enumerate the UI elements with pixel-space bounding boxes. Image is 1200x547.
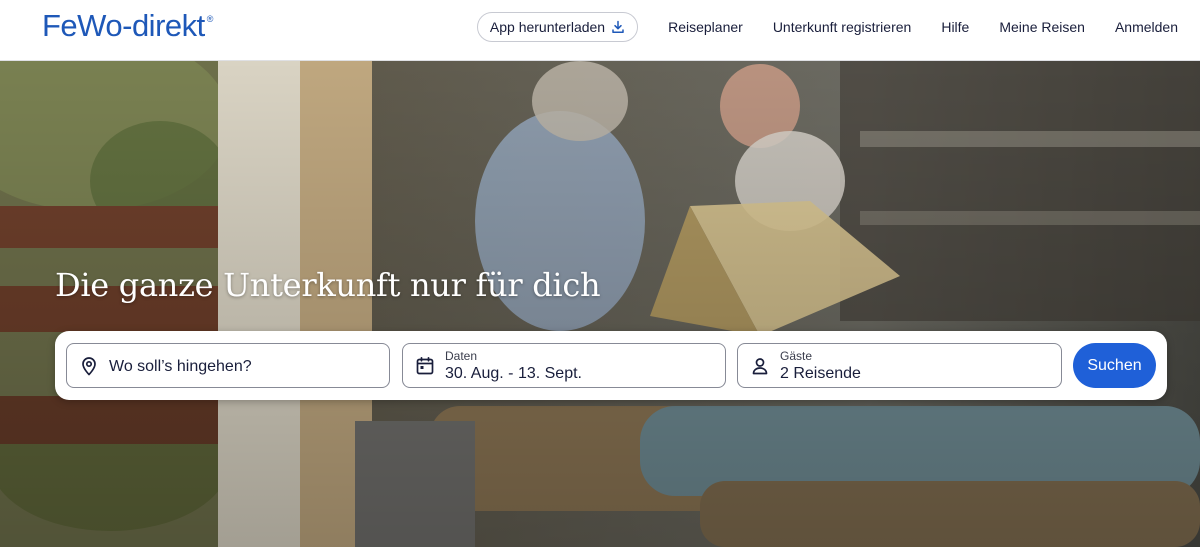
search-bar: Wo soll’s hingehen? Daten 30. Aug. - 13.…: [55, 331, 1167, 400]
app-download-label: App herunterladen: [489, 19, 606, 35]
nav-unterkunft-registrieren[interactable]: Unterkunft registrieren: [773, 19, 912, 35]
top-nav: App herunterladen Reiseplaner Unterkunft…: [476, 12, 1178, 42]
dates-label: Daten: [445, 349, 478, 363]
destination-placeholder: Wo soll’s hingehen?: [109, 358, 252, 375]
app-download-button[interactable]: App herunterladen: [476, 12, 639, 42]
nav-reiseplaner[interactable]: Reiseplaner: [668, 19, 743, 35]
guests-value: 2 Reisende: [780, 365, 861, 382]
person-icon: [752, 358, 768, 375]
guests-field[interactable]: Gäste 2 Reisende: [737, 343, 1062, 388]
nav-meine-reisen[interactable]: Meine Reisen: [999, 19, 1085, 35]
nav-hilfe[interactable]: Hilfe: [941, 19, 969, 35]
destination-field[interactable]: Wo soll’s hingehen?: [66, 343, 390, 388]
hero-headline: Die ganze Unterkunft nur für dich: [55, 266, 601, 304]
registered-mark: ®: [206, 14, 214, 24]
location-pin-icon: [82, 357, 96, 376]
search-button[interactable]: Suchen: [1073, 343, 1156, 388]
hero-section: Die ganze Unterkunft nur für dich Wo sol…: [0, 61, 1200, 547]
site-header: FeWo-direkt ® App herunterladen Reisepla…: [0, 0, 1200, 61]
nav-anmelden[interactable]: Anmelden: [1115, 19, 1178, 35]
dates-value: 30. Aug. - 13. Sept.: [445, 365, 582, 382]
calendar-icon: [416, 356, 434, 375]
guests-label: Gäste: [780, 349, 813, 363]
dates-field[interactable]: Daten 30. Aug. - 13. Sept.: [402, 343, 726, 388]
hero-photo: [0, 61, 1200, 547]
logo-text: FeWo-direkt: [42, 8, 205, 43]
download-icon: [612, 20, 624, 33]
fewo-direkt-logo[interactable]: FeWo-direkt ®: [42, 8, 213, 44]
